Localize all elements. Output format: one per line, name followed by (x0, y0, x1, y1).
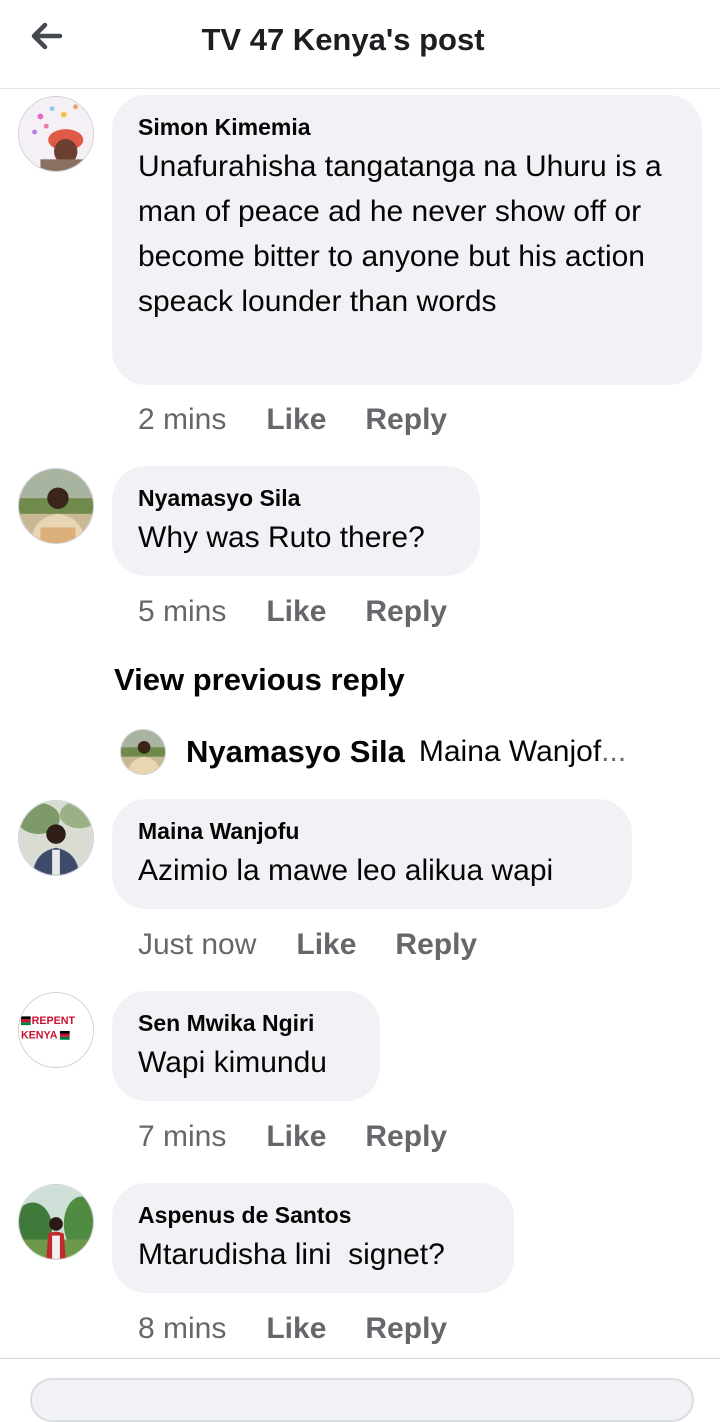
badge-line-1: REPENT (32, 1015, 76, 1027)
comment-text: Why was Ruto there? (138, 521, 425, 554)
comment-bubble: Maina Wanjofu Azimio la mawe leo alikua … (112, 799, 632, 909)
comment-text: Mtarudisha lini signet? (138, 1238, 445, 1271)
like-button[interactable]: Like (266, 403, 326, 437)
comment-text: Wapi kimundu (138, 1046, 327, 1079)
comment-bubble: Simon Kimemia Unafurahisha tangatanga na… (112, 95, 702, 385)
badge-line-2: KENYA (21, 1030, 58, 1042)
comment-time: Just now (138, 928, 257, 961)
comment-text: Azimio la mawe leo alikua wapi (138, 854, 554, 887)
reply-button[interactable]: Reply (365, 403, 447, 437)
avatar[interactable] (18, 1184, 94, 1260)
comment-bubble: Sen Mwika Ngiri Wapi kimundu (112, 991, 380, 1101)
comment-text: Unafurahisha tangatanga na Uhuru is a ma… (138, 150, 662, 318)
avatar[interactable] (18, 468, 94, 544)
comment-time: 2 mins (138, 403, 227, 436)
comment-actions: 8 mins Like Reply (138, 1309, 447, 1349)
comment-author[interactable]: Sen Mwika Ngiri (138, 1011, 354, 1035)
comment-author[interactable]: Maina Wanjofu (138, 819, 606, 843)
reply-button[interactable]: Reply (395, 928, 477, 962)
avatar[interactable] (18, 96, 94, 172)
comment-actions: Just now Like Reply (138, 925, 477, 965)
comment-author[interactable]: Nyamasyo Sila (138, 486, 454, 510)
view-previous-reply-link[interactable]: View previous reply (114, 662, 405, 698)
comment-actions: 5 mins Like Reply (138, 592, 447, 632)
comment-time: 8 mins (138, 1312, 227, 1345)
comment-input[interactable] (30, 1378, 694, 1422)
reply-preview[interactable]: Nyamasyo Sila Maina Wanjof... (120, 728, 626, 776)
avatar[interactable]: REPENT KENYA (18, 992, 94, 1068)
reply-button[interactable]: Reply (365, 1120, 447, 1154)
like-button[interactable]: Like (266, 595, 326, 629)
comment-bubble: Aspenus de Santos Mtarudisha lini signet… (112, 1183, 514, 1293)
like-button[interactable]: Like (296, 928, 356, 962)
comment-bubble: Nyamasyo Sila Why was Ruto there? (112, 466, 480, 576)
avatar[interactable] (18, 800, 94, 876)
like-button[interactable]: Like (266, 1312, 326, 1346)
avatar (120, 729, 166, 775)
like-button[interactable]: Like (266, 1120, 326, 1154)
comment-time: 7 mins (138, 1120, 227, 1153)
comment-actions: 2 mins Like Reply (138, 400, 447, 440)
reply-preview-ellipsis: ... (601, 735, 627, 768)
comment-author[interactable]: Simon Kimemia (138, 115, 676, 139)
top-bar: TV 47 Kenya's post (0, 0, 720, 89)
page-title: TV 47 Kenya's post (201, 22, 485, 57)
reply-button[interactable]: Reply (365, 595, 447, 629)
comment-actions: 7 mins Like Reply (138, 1117, 447, 1157)
reply-preview-author: Nyamasyo Sila (186, 734, 405, 769)
reply-button[interactable]: Reply (365, 1312, 447, 1346)
reply-preview-text: Maina Wanjof (418, 735, 602, 768)
repent-kenya-logo: REPENT KENYA (19, 993, 93, 1067)
comment-time: 5 mins (138, 595, 227, 628)
comment-author[interactable]: Aspenus de Santos (138, 1203, 488, 1227)
